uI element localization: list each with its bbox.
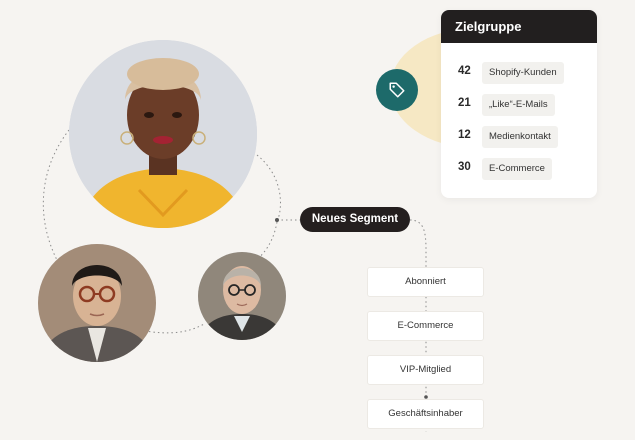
audience-chip: Shopify-Kunden (482, 62, 564, 84)
segment-criterion[interactable]: Geschäftsinhaber (367, 399, 484, 429)
audience-chip: Medienkontakt (482, 126, 558, 148)
audience-chip: E-Commerce (482, 158, 552, 180)
new-segment-button[interactable]: Neues Segment (300, 207, 410, 232)
list-item[interactable]: 30 E-Commerce (441, 158, 597, 180)
avatar (69, 40, 257, 228)
person-photo (38, 244, 156, 362)
segment-criterion[interactable]: E-Commerce (367, 311, 484, 341)
audience-chip: „Like“-E-Mails (482, 94, 555, 116)
segment-criterion[interactable]: VIP-Mitglied (367, 355, 484, 385)
avatar (38, 244, 156, 362)
audience-count: 12 (458, 129, 471, 141)
panel-title: Zielgruppe (441, 10, 597, 43)
list-item[interactable]: 12 Medienkontakt (441, 126, 597, 148)
list-item[interactable]: 42 Shopify-Kunden (441, 62, 597, 84)
segment-criterion[interactable]: Abonniert (367, 267, 484, 297)
person-photo (198, 252, 286, 340)
avatar (198, 252, 286, 340)
marketing-segment-illustration: Zielgruppe 42 Shopify-Kunden 21 „Like“-E… (0, 0, 635, 440)
tag-icon (389, 82, 405, 98)
audience-count: 42 (458, 65, 471, 77)
audience-panel: Zielgruppe 42 Shopify-Kunden 21 „Like“-E… (441, 10, 597, 198)
tag-button[interactable] (376, 69, 418, 111)
audience-count: 21 (458, 97, 471, 109)
audience-count: 30 (458, 161, 471, 173)
list-item[interactable]: 21 „Like“-E-Mails (441, 94, 597, 116)
person-photo (69, 40, 257, 228)
